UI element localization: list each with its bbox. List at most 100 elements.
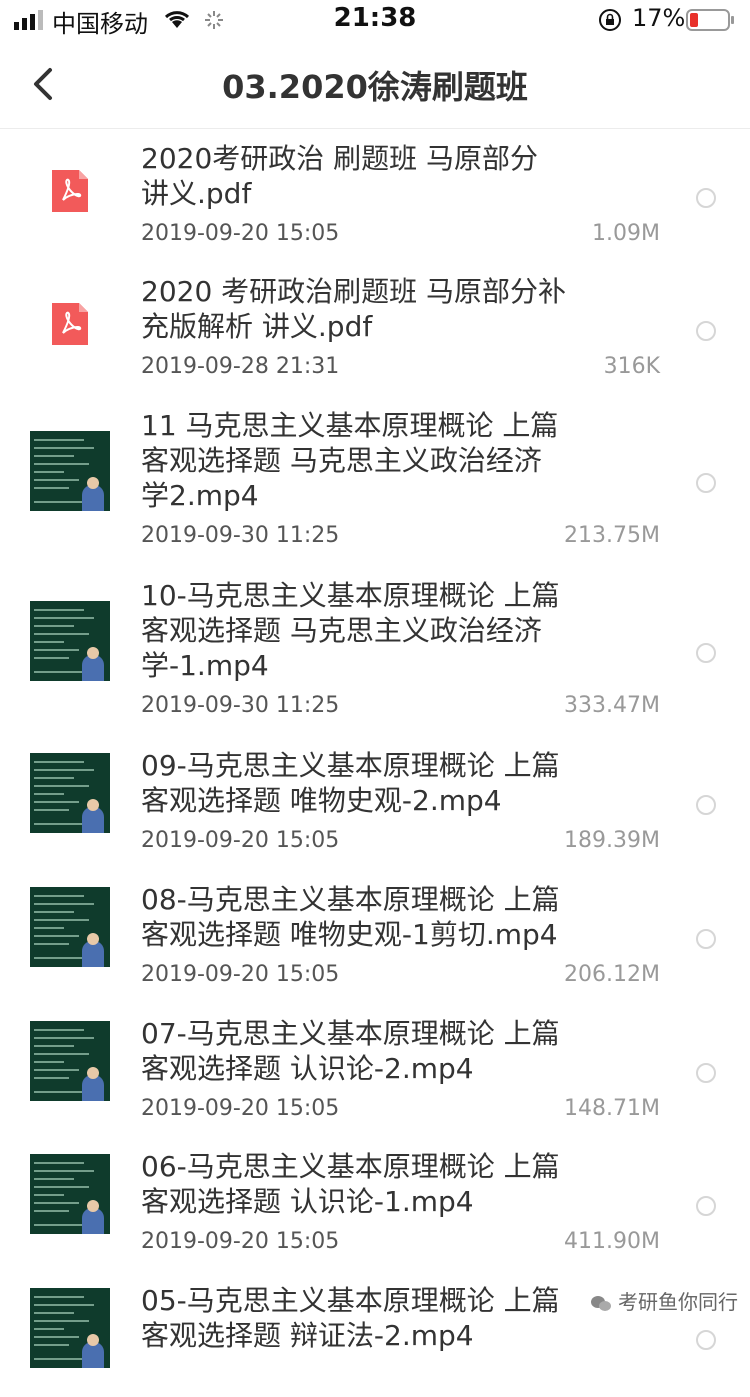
thumbnail-text-line — [34, 470, 64, 473]
file-name: 2020 考研政治刷题班 马原部分补 充版解析 讲义.pdf — [141, 274, 611, 344]
select-radio[interactable] — [696, 795, 716, 815]
select-radio[interactable] — [696, 1330, 716, 1350]
thumbnail-text-line — [34, 1069, 79, 1071]
file-date: 2019-09-20 15:05 — [141, 962, 340, 987]
thumbnail-text-line — [34, 769, 94, 771]
file-list-item[interactable]: 06-马克思主义基本原理概论 上篇 客观选择题 认识论-1.mp4 2019-09-… — [0, 1137, 750, 1263]
wechat-icon — [591, 1295, 611, 1311]
file-size: 189.39M — [564, 828, 660, 853]
thumbnail-text-line — [34, 935, 79, 937]
video-thumbnail — [30, 1288, 110, 1368]
battery-icon — [686, 9, 734, 31]
thumbnail-text-line — [34, 454, 74, 457]
thumbnail-text-line — [34, 1194, 64, 1196]
thumbnail-text-line — [34, 1178, 74, 1180]
thumbnail-text-line — [34, 1045, 74, 1047]
thumbnail-text-line — [34, 462, 89, 465]
thumbnail-text-line — [34, 478, 79, 481]
thumbnail-text-line — [34, 801, 79, 803]
thumbnail-text-line — [34, 895, 84, 897]
file-name-line: 客观选择题 唯物史观-2.mp4 — [141, 784, 502, 817]
file-size: 333.47M — [564, 693, 660, 718]
file-size: 148.71M — [564, 1096, 660, 1121]
rotation-lock-icon — [599, 9, 621, 31]
thumbnail-text-line — [34, 1358, 84, 1360]
file-list-item[interactable]: 10-马克思主义基本原理概论 上篇 客观选择题 马克思主义政治经济 学-1.mp4 2… — [0, 566, 750, 727]
thumbnail-text-line — [34, 943, 69, 945]
file-list-item[interactable]: 11 马克思主义基本原理概论 上篇 客观选择题 马克思主义政治经济 学2.mp4 20… — [0, 396, 750, 557]
file-name-line: 07-马克思主义基本原理概论 上篇 — [141, 1017, 560, 1050]
thumbnail-text-line — [34, 903, 94, 905]
select-radio[interactable] — [696, 642, 716, 663]
file-name-line: 讲义.pdf — [141, 177, 252, 210]
file-name-line: 2020考研政治 刷题班 马原部分 — [141, 142, 539, 175]
file-name-line: 06-马克思主义基本原理概论 上篇 — [141, 1150, 560, 1183]
thumbnail-text-line — [34, 1077, 69, 1079]
select-radio[interactable] — [696, 929, 716, 949]
thumbnail-text-line — [34, 927, 64, 929]
file-size: 206.12M — [564, 962, 660, 987]
pdf-file-icon — [52, 170, 88, 212]
thumbnail-text-line — [34, 1091, 84, 1093]
thumbnail-text-line — [34, 632, 89, 635]
lecturer-head — [87, 476, 99, 489]
select-radio[interactable] — [696, 1063, 716, 1083]
select-radio[interactable] — [696, 321, 716, 341]
select-radio[interactable] — [696, 188, 716, 208]
select-radio[interactable] — [696, 1196, 716, 1216]
file-list-item[interactable]: 08-马克思主义基本原理概论 上篇 客观选择题 唯物史观-1剪切.mp4 2019-… — [0, 870, 750, 996]
file-date: 2019-09-30 11:25 — [141, 523, 340, 548]
file-name-line: 客观选择题 马克思主义政治经济 — [141, 444, 542, 477]
thumbnail-text-line — [34, 1344, 69, 1346]
thumbnail-text-line — [34, 785, 89, 787]
thumbnail-text-line — [34, 823, 84, 825]
video-thumbnail — [30, 887, 110, 967]
thumbnail-text-line — [34, 640, 64, 643]
thumbnail-text-line — [34, 809, 69, 811]
watermark-text: 考研鱼你同行 — [618, 1290, 738, 1314]
status-bar: 中国移动 21:38 17% — [0, 0, 750, 40]
file-name: 05-马克思主义基本原理概论 上篇 客观选择题 辩证法-2.mp4 — [141, 1283, 611, 1353]
file-name-line: 客观选择题 唯物史观-1剪切.mp4 — [141, 918, 558, 951]
thumbnail-text-line — [34, 1210, 69, 1212]
thumbnail-text-line — [34, 919, 89, 921]
file-list-item[interactable]: 09-马克思主义基本原理概论 上篇 客观选择题 唯物史观-2.mp4 2019-09… — [0, 736, 750, 862]
thumbnail-text-line — [34, 438, 84, 441]
thumbnail-text-line — [34, 624, 74, 627]
file-name: 07-马克思主义基本原理概论 上篇 客观选择题 认识论-2.mp4 — [141, 1016, 611, 1086]
thumbnail-text-line — [34, 648, 79, 651]
file-name-line: 客观选择题 马克思主义政治经济 — [141, 614, 542, 647]
file-name-line: 充版解析 讲义.pdf — [141, 310, 373, 343]
file-size: 213.75M — [564, 523, 660, 548]
thumbnail-text-line — [34, 608, 84, 611]
file-name: 06-马克思主义基本原理概论 上篇 客观选择题 认识论-1.mp4 — [141, 1149, 611, 1219]
file-name-line: 客观选择题 辩证法-2.mp4 — [141, 1319, 474, 1352]
file-name-line: 10-马克思主义基本原理概论 上篇 — [141, 579, 560, 612]
thumbnail-text-line — [34, 1296, 84, 1298]
lecturer-head — [87, 1334, 99, 1346]
thumbnail-text-line — [34, 1328, 64, 1330]
video-thumbnail — [30, 430, 110, 511]
thumbnail-text-line — [34, 1224, 84, 1226]
file-list-item[interactable]: 2020 考研政治刷题班 马原部分补 充版解析 讲义.pdf 2019-09-28 … — [0, 262, 750, 388]
navigation-bar: 03.2020徐涛刷题班 — [0, 40, 750, 129]
file-name: 10-马克思主义基本原理概论 上篇 客观选择题 马克思主义政治经济 学-1.mp4 — [141, 578, 611, 683]
select-radio[interactable] — [696, 472, 716, 493]
file-list-item[interactable]: 07-马克思主义基本原理概论 上篇 客观选择题 认识论-2.mp4 2019-09-… — [0, 1004, 750, 1130]
lecturer-head — [87, 799, 99, 811]
video-thumbnail — [30, 1021, 110, 1101]
file-list-item[interactable]: 2020考研政治 刷题班 马原部分 讲义.pdf 2019-09-20 15:05 1… — [0, 129, 750, 255]
thumbnail-text-line — [34, 500, 84, 503]
thumbnail-text-line — [34, 670, 84, 673]
file-name-line: 客观选择题 认识论-1.mp4 — [141, 1185, 474, 1218]
file-name-line: 学2.mp4 — [141, 479, 259, 512]
file-name-line: 11 马克思主义基本原理概论 上篇 — [141, 409, 559, 442]
thumbnail-text-line — [34, 777, 74, 779]
file-name-line: 08-马克思主义基本原理概论 上篇 — [141, 883, 560, 916]
battery-percent: 17% — [632, 4, 686, 32]
thumbnail-text-line — [34, 616, 94, 619]
page-title: 03.2020徐涛刷题班 — [222, 68, 528, 106]
file-date: 2019-09-28 21:31 — [141, 354, 340, 379]
thumbnail-text-line — [34, 1029, 84, 1031]
pdf-file-icon — [52, 303, 88, 345]
